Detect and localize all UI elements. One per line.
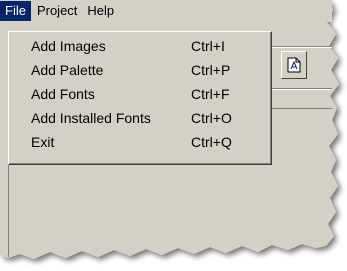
- menu-help[interactable]: Help: [83, 1, 118, 21]
- menu-item-shortcut: Ctrl+P: [191, 62, 231, 78]
- menu-item-shortcut: Ctrl+Q: [191, 134, 232, 150]
- menu-bar: File Project Help: [0, 0, 332, 22]
- menu-item-label: Exit: [31, 134, 55, 150]
- left-panel-edge: [8, 165, 17, 257]
- menu-item-shortcut: Ctrl+O: [191, 110, 232, 126]
- menu-item-label: Add Images: [31, 38, 106, 54]
- menu-item-exit[interactable]: Exit Ctrl+Q: [9, 130, 271, 154]
- menu-item-add-fonts[interactable]: Add Fonts Ctrl+F: [9, 82, 271, 106]
- menu-item-shortcut: Ctrl+F: [191, 86, 230, 102]
- app-window: File Project Help Add Images Ctrl+I Add …: [0, 0, 347, 271]
- menu-project[interactable]: Project: [33, 1, 81, 21]
- file-menu-dropdown: Add Images Ctrl+I Add Palette Ctrl+P Add…: [8, 31, 272, 165]
- menu-item-add-images[interactable]: Add Images Ctrl+I: [9, 34, 271, 58]
- menu-item-label: Add Fonts: [31, 86, 95, 102]
- document-icon: [287, 57, 301, 73]
- menu-item-label: Add Palette: [31, 62, 104, 78]
- menu-item-add-installed-fonts[interactable]: Add Installed Fonts Ctrl+O: [9, 106, 271, 130]
- menu-item-shortcut: Ctrl+I: [191, 38, 225, 54]
- menu-file[interactable]: File: [0, 1, 31, 21]
- menu-item-add-palette[interactable]: Add Palette Ctrl+P: [9, 58, 271, 82]
- toolbar-document-button[interactable]: [281, 51, 307, 79]
- menu-item-label: Add Installed Fonts: [31, 110, 151, 126]
